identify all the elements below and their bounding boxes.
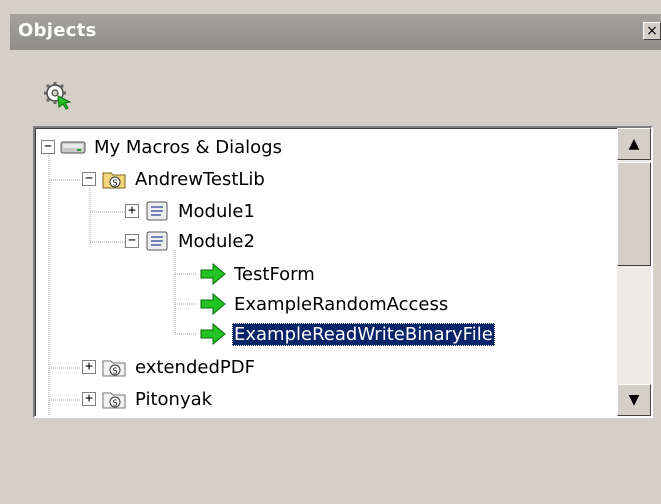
module-icon <box>143 229 171 253</box>
tree-node-label: extendedPDF <box>135 356 255 378</box>
tree-node-label: TestForm <box>234 263 315 285</box>
panel-titlebar: Objects × <box>10 14 661 50</box>
module-icon <box>143 199 171 223</box>
scroll-down-button[interactable]: ▼ <box>617 384 651 416</box>
macro-arrow-icon <box>199 322 227 346</box>
tree-node-label-selected: ExampleReadWriteBinaryFile <box>232 322 495 346</box>
tree-node-label: Module2 <box>178 230 255 252</box>
library-open-icon: S <box>100 167 128 191</box>
svg-text:S: S <box>113 399 118 408</box>
tree-node-module1[interactable]: + Module1 <box>125 197 257 225</box>
expand-toggle[interactable]: + <box>82 360 96 374</box>
tree-node-label: My Macros & Dialogs <box>94 136 282 158</box>
expand-toggle[interactable]: + <box>125 204 139 218</box>
tree-node-module2[interactable]: − Module2 <box>125 227 257 255</box>
tree-node-examplerandomaccess[interactable]: ExampleRandomAccess <box>195 290 450 318</box>
scroll-up-button[interactable]: ▲ <box>617 128 651 160</box>
tree-node-my-macros[interactable]: − My Macros & Dialogs <box>41 133 284 161</box>
svg-text:S: S <box>113 179 118 188</box>
collapse-toggle[interactable]: − <box>41 140 55 154</box>
tree-node-label: AndrewTestLib <box>135 168 265 190</box>
arrow-up-icon: ▲ <box>628 136 640 152</box>
panel-title: Objects <box>18 20 97 41</box>
macro-arrow-icon <box>199 292 227 316</box>
tree-node-extendedpdf[interactable]: + S extendedPDF <box>82 353 257 381</box>
library-icon: S <box>100 355 128 379</box>
tree-node-label: ExampleRandomAccess <box>234 293 449 315</box>
macro-arrow-icon <box>199 262 227 286</box>
collapse-toggle[interactable]: − <box>125 234 139 248</box>
scroll-thumb[interactable] <box>617 162 651 266</box>
expand-toggle[interactable]: + <box>82 392 96 406</box>
tree-node-label: Pitonyak <box>135 388 213 410</box>
vertical-scrollbar[interactable]: ▲ ▼ <box>617 128 651 416</box>
drive-icon <box>59 135 87 159</box>
tree-node-andrewtestlib[interactable]: − S AndrewTestLib <box>82 165 267 193</box>
collapse-toggle[interactable]: − <box>82 172 96 186</box>
tree-node-pitonyak[interactable]: + S Pitonyak <box>82 385 214 413</box>
tree-node-label: Module1 <box>178 200 255 222</box>
close-button[interactable]: × <box>643 22 661 40</box>
tree-node-testform[interactable]: TestForm <box>195 260 317 288</box>
library-icon: S <box>100 387 128 411</box>
macro-organizer-icon[interactable] <box>42 80 72 110</box>
macro-tree[interactable]: − My Macros & Dialogs − S AndrewTestLib … <box>33 126 653 418</box>
svg-text:S: S <box>113 367 118 376</box>
tree-node-examplereadwritebinaryfile[interactable]: ExampleReadWriteBinaryFile <box>195 320 495 348</box>
arrow-down-icon: ▼ <box>628 392 640 408</box>
